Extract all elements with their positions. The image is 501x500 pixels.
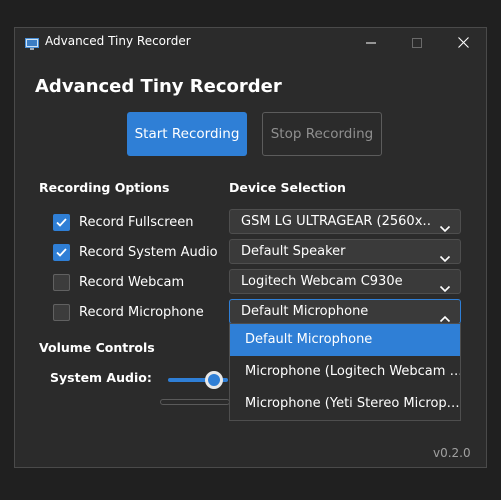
record-microphone-checkbox[interactable]: [53, 303, 70, 321]
dropdown-option-logitech-microphone[interactable]: Microphone (Logitech Webcam …: [230, 356, 460, 388]
close-button[interactable]: [440, 28, 486, 56]
chevron-up-icon: [439, 308, 451, 323]
microphone-select[interactable]: Default Microphone: [229, 299, 461, 324]
dropdown-option-default-microphone[interactable]: Default Microphone: [230, 324, 460, 356]
system-audio-volume-label: System Audio:: [50, 370, 152, 385]
title-bar[interactable]: Advanced Tiny Recorder: [15, 28, 486, 56]
display-select[interactable]: GSM LG ULTRAGEAR (2560x…: [229, 209, 461, 234]
record-webcam-label: Record Webcam: [79, 274, 185, 290]
volume-controls-title: Volume Controls: [39, 340, 155, 355]
maximize-button[interactable]: [394, 28, 440, 56]
record-fullscreen-option[interactable]: Record Fullscreen: [53, 212, 194, 232]
checkmark-icon: [56, 247, 67, 257]
record-system-audio-option[interactable]: Record System Audio: [53, 242, 218, 262]
record-webcam-option[interactable]: Record Webcam: [53, 272, 184, 292]
record-fullscreen-label: Record Fullscreen: [79, 214, 194, 230]
microphone-select-value: Default Microphone: [241, 304, 369, 319]
maximize-icon: [412, 33, 422, 52]
webcam-select-value: Logitech Webcam C930e: [241, 274, 403, 289]
minimize-icon: [366, 33, 376, 52]
chevron-down-icon: [439, 218, 451, 233]
recording-options-title: Recording Options: [39, 180, 170, 195]
record-system-audio-label: Record System Audio: [79, 244, 218, 260]
checkmark-icon: [56, 217, 67, 227]
speaker-select[interactable]: Default Speaker: [229, 239, 461, 264]
chevron-down-icon: [439, 248, 451, 263]
window-title: Advanced Tiny Recorder: [45, 34, 191, 48]
record-microphone-option[interactable]: Record Microphone: [53, 302, 204, 322]
app-heading: Advanced Tiny Recorder: [35, 76, 282, 97]
record-system-audio-checkbox[interactable]: [53, 243, 70, 261]
close-icon: [457, 33, 469, 52]
minimize-button[interactable]: [348, 28, 394, 56]
microphone-dropdown-list: Default Microphone Microphone (Logitech …: [229, 323, 461, 421]
start-recording-button[interactable]: Start Recording: [127, 112, 247, 156]
display-select-value: GSM LG ULTRAGEAR (2560x…: [241, 214, 431, 229]
record-webcam-checkbox[interactable]: [53, 273, 70, 291]
speaker-select-value: Default Speaker: [241, 244, 346, 259]
record-microphone-label: Record Microphone: [79, 304, 204, 320]
device-selection-title: Device Selection: [229, 180, 346, 195]
webcam-select[interactable]: Logitech Webcam C930e: [229, 269, 461, 294]
stop-recording-button[interactable]: Stop Recording: [262, 112, 382, 156]
recorder-app-icon: [25, 35, 39, 50]
dropdown-option-yeti-microphone[interactable]: Microphone (Yeti Stereo Microp…: [230, 388, 460, 420]
microphone-volume-slider-track[interactable]: [160, 399, 230, 405]
system-audio-slider-handle[interactable]: [205, 371, 223, 389]
version-label: v0.2.0: [433, 446, 471, 460]
record-fullscreen-checkbox[interactable]: [53, 213, 70, 231]
chevron-down-icon: [439, 278, 451, 293]
